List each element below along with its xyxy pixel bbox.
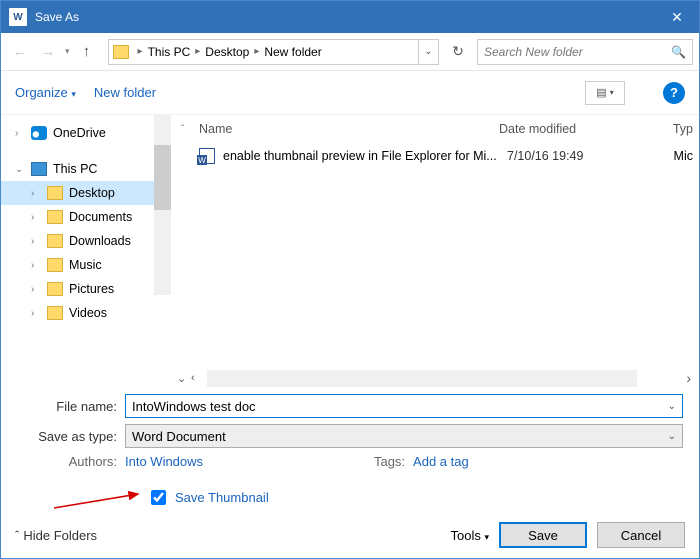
folder-icon [47,306,63,320]
file-list: ˆ Name Date modified Typ enable thumbnai… [171,115,699,388]
up-button[interactable]: ↑ [74,38,100,66]
chevron-down-icon[interactable]: ⌄ [177,372,191,385]
body: ›OneDrive ⌄This PC ›Desktop ›Documents ›… [1,115,699,388]
scroll-left-icon[interactable]: ‹ [191,372,205,384]
annotation-arrow-icon [52,491,147,511]
save-thumbnail-label[interactable]: Save Thumbnail [175,490,269,505]
tree-scrollbar[interactable] [154,115,171,295]
column-name[interactable]: Name [199,122,499,136]
titlebar: W Save As ✕ [1,1,699,33]
help-button[interactable]: ? [663,82,685,104]
tree-item-documents[interactable]: ›Documents [1,205,171,229]
organize-menu[interactable]: Organize ▾ [15,85,76,100]
save-button[interactable]: Save [499,522,587,548]
authors-value[interactable]: Into Windows [125,454,203,469]
folder-icon [47,186,63,200]
folder-tree: ›OneDrive ⌄This PC ›Desktop ›Documents ›… [1,115,171,388]
back-button[interactable]: ← [7,38,33,66]
folder-icon [47,234,63,248]
list-horizontal-scrollbar[interactable]: ⌄ ‹ › [171,368,699,388]
tree-item-this-pc[interactable]: ⌄This PC [1,157,171,181]
breadcrumb-sep-icon: ▸ [195,46,200,57]
toolbar: Organize ▾ New folder ▤▾ ? [1,71,699,115]
save-form: File name: IntoWindows test doc ⌄ Save a… [1,388,699,512]
address-dropdown[interactable]: ⌄ [418,40,438,64]
column-headers: ˆ Name Date modified Typ [171,115,699,143]
column-date[interactable]: Date modified [499,122,649,136]
sort-caret-icon[interactable]: ˆ [181,124,199,135]
cancel-button[interactable]: Cancel [597,522,685,548]
save-as-type-label: Save as type: [17,429,125,444]
file-row[interactable]: enable thumbnail preview in File Explore… [171,143,699,169]
dialog-footer: ˆHide Folders Tools ▾ Save Cancel [1,512,699,558]
file-name-cell: enable thumbnail preview in File Explore… [223,149,507,163]
folder-icon [47,210,63,224]
breadcrumb-segment[interactable]: This PC [148,45,191,59]
tags-value[interactable]: Add a tag [413,454,469,469]
tree-item-desktop[interactable]: ›Desktop [1,181,171,205]
view-options-button[interactable]: ▤▾ [585,81,625,105]
save-as-type-dropdown[interactable]: Word Document ⌄ [125,424,683,448]
chevron-up-icon: ˆ [15,528,19,543]
close-button[interactable]: ✕ [655,1,699,33]
column-type[interactable]: Typ [649,122,699,136]
folder-icon [47,258,63,272]
tree-item-onedrive[interactable]: ›OneDrive [1,121,171,145]
breadcrumb-segment[interactable]: Desktop [205,45,249,59]
breadcrumb-segment[interactable]: New folder [264,45,321,59]
tree-item-videos[interactable]: ›Videos [1,301,171,325]
word-app-icon: W [9,8,27,26]
file-name-label: File name: [17,399,125,414]
tags-label: Tags: [363,454,413,469]
window-title: Save As [35,10,655,24]
folder-icon [47,282,63,296]
refresh-button[interactable]: ↻ [445,39,471,65]
file-name-input[interactable]: IntoWindows test doc ⌄ [125,394,683,418]
tree-item-pictures[interactable]: ›Pictures [1,277,171,301]
authors-label: Authors: [17,454,125,469]
save-thumbnail-checkbox[interactable] [151,490,166,505]
address-bar[interactable]: ▸ This PC ▸ Desktop ▸ New folder ⌄ [108,39,439,65]
hide-folders-toggle[interactable]: ˆHide Folders [15,528,97,543]
forward-button[interactable]: → [35,38,61,66]
chevron-down-icon[interactable]: ⌄ [668,401,676,412]
search-icon: 🔍 [671,45,686,59]
breadcrumb-sep-icon: ▸ [254,46,259,57]
history-dropdown[interactable]: ▾ [65,46,70,57]
onedrive-icon [31,126,47,140]
search-input[interactable]: Search New folder 🔍 [477,39,693,65]
pc-icon [31,162,47,176]
tree-item-music[interactable]: ›Music [1,253,171,277]
word-file-icon [199,148,215,164]
scroll-right-icon[interactable]: › [686,370,691,386]
breadcrumb-sep-icon: ▸ [138,46,143,57]
chevron-down-icon[interactable]: ⌄ [668,431,676,442]
search-placeholder: Search New folder [484,45,671,59]
new-folder-button[interactable]: New folder [94,85,156,100]
save-as-dialog: W Save As ✕ ← → ▾ ↑ ▸ This PC ▸ Desktop … [0,0,700,559]
file-date-cell: 7/10/16 19:49 [507,149,657,163]
folder-icon [113,45,129,59]
tree-scrollbar-thumb[interactable] [154,145,171,210]
scrollbar-track[interactable] [207,370,637,387]
navigation-bar: ← → ▾ ↑ ▸ This PC ▸ Desktop ▸ New folder… [1,33,699,71]
tools-menu[interactable]: Tools ▾ [450,528,489,543]
tree-item-downloads[interactable]: ›Downloads [1,229,171,253]
file-type-cell: Mic [657,149,699,163]
